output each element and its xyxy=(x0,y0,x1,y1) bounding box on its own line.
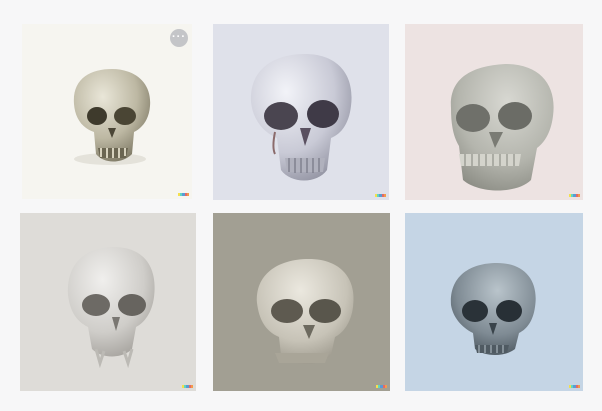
signature-mark xyxy=(376,385,388,388)
signature-mark xyxy=(569,194,581,197)
skull-image-2 xyxy=(213,24,389,200)
skull-image-1 xyxy=(22,24,192,199)
image-tile-3[interactable] xyxy=(405,24,583,200)
skull-image-3 xyxy=(405,24,583,200)
image-tile-6[interactable] xyxy=(405,213,583,391)
image-tile-2[interactable] xyxy=(213,24,389,200)
skull-image-6 xyxy=(405,213,583,391)
image-tile-1[interactable]: ··· xyxy=(22,24,192,199)
signature-mark xyxy=(178,193,190,196)
image-grid: ··· xyxy=(0,0,602,411)
skull-image-5 xyxy=(213,213,390,391)
image-tile-4[interactable] xyxy=(20,213,196,391)
more-options-button[interactable]: ··· xyxy=(170,29,188,47)
signature-mark xyxy=(569,385,581,388)
image-tile-5[interactable] xyxy=(213,213,390,391)
skull-image-4 xyxy=(20,213,196,391)
signature-mark xyxy=(182,385,194,388)
signature-mark xyxy=(375,194,387,197)
